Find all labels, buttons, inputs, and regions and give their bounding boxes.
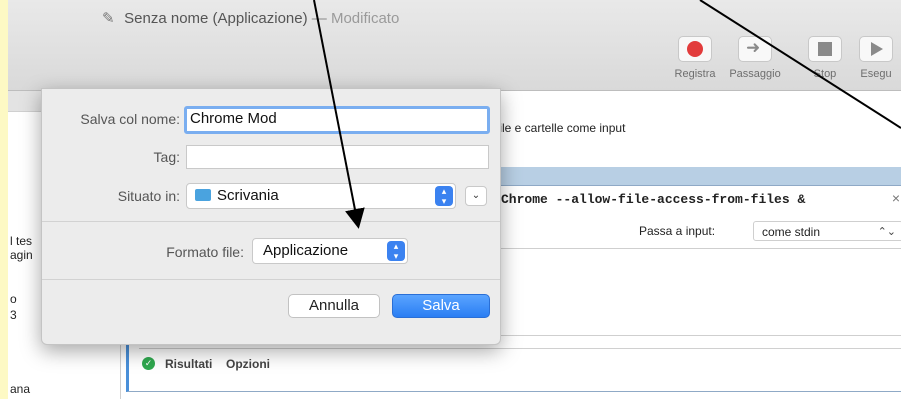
annotation-line — [699, 0, 901, 129]
annotation-arrow — [313, 0, 365, 229]
annotation-overlay — [313, 0, 901, 229]
